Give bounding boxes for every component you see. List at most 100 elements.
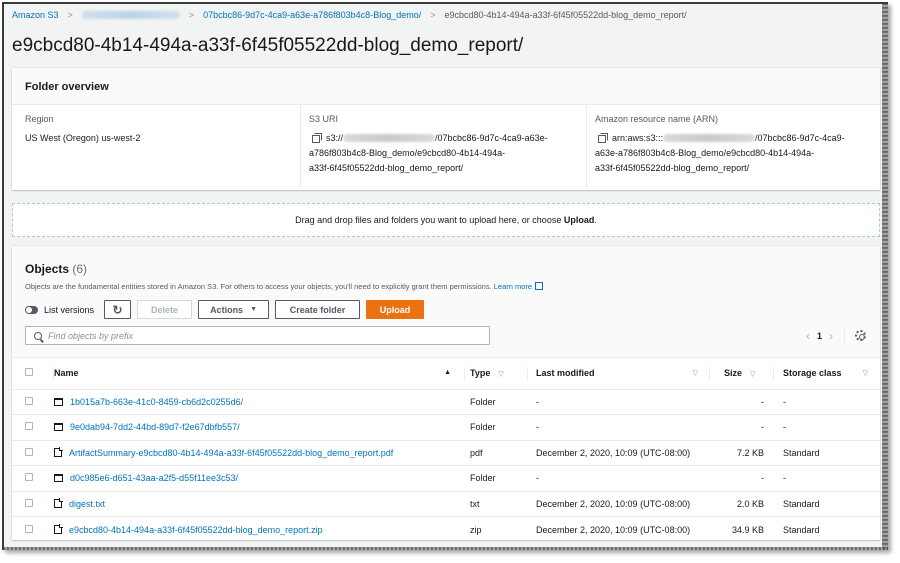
arn-line2: a63e-a786f803b4c8-Blog_demo/e9cbcd80-4b1… [595,148,815,158]
objects-table: Name ▲ Type ▽ Last modified ▽ Size ▽ Storage… [12,358,880,542]
delete-button[interactable]: Delete [137,300,193,319]
table-row[interactable]: 1b015a7b-663e-41c0-8459-cb6d2c0255d6/Fol… [12,389,880,415]
s3-uri-bucket-redacted [343,134,436,142]
object-last-modified: - [528,414,710,441]
actions-label: Actions [210,304,244,315]
dropzone-text: Drag and drop files and folders you want… [295,215,564,225]
table-row[interactable]: d0c985e6-d651-43aa-a2f5-d55f11ee3c53/Fol… [12,465,880,492]
object-size: 34.9 KB [731,524,764,535]
object-type: txt [465,491,528,517]
sort-icon: ▽ [750,371,756,379]
table-row[interactable]: ArtifactSummary-e9cbcd80-4b14-494a-a33f-… [12,440,880,466]
breadcrumb: Amazon S3 > > 07bcbc86-9d7c-4ca9-a63e-a7… [12,10,687,20]
object-type: Folder [465,389,528,415]
screenshot-frame: Amazon S3 > > 07bcbc86-9d7c-4ca9-a63e-a7… [2,2,888,550]
object-name-link[interactable]: ArtifactSummary-e9cbcd80-4b14-494a-a33f-… [69,448,393,458]
row-checkbox[interactable] [25,498,33,507]
column-header-type[interactable]: Type ▽ [465,358,528,390]
upload-dropzone[interactable]: Drag and drop files and folders you want… [12,203,880,237]
breadcrumb-parent-folder[interactable]: 07bcbc86-9d7c-4ca9-a63e-a786f803b4c8-Blo… [203,10,421,20]
object-size: - [710,414,774,441]
object-size: - [710,389,774,415]
list-versions-toggle[interactable] [25,305,38,314]
objects-panel: Objects (6) Objects are the fundamental … [12,246,880,540]
object-type: Folder [465,414,528,441]
actions-dropdown-button[interactable]: Actions ▼ [198,300,270,319]
objects-description: Objects are the fundamental entities sto… [25,282,544,291]
object-storage-class: - [774,465,880,492]
object-storage-class: Standard [783,524,820,535]
file-icon [54,524,63,534]
arn-prefix: arn:aws:s3::: [612,133,664,143]
sort-ascending-icon: ▲ [444,369,451,376]
breadcrumb-bucket-redacted[interactable] [81,11,180,19]
arn-label: Amazon resource name (ARN) [595,114,719,124]
breadcrumb-separator-icon: > [430,10,436,20]
s3-uri-field: S3 URI s3:// /07bcbc86-9d7c-4ca9-a63e- a7… [300,105,586,189]
copy-icon[interactable] [598,133,608,143]
next-page-icon[interactable]: › [822,329,840,343]
pagination: ‹ 1 › [799,326,866,345]
s3-uri-line1: /07bcbc86-9d7c-4ca9-a63e- [435,133,548,143]
row-checkbox[interactable] [25,396,33,405]
arn-field: Amazon resource name (ARN) arn:aws:s3:::… [586,105,878,189]
create-folder-button[interactable]: Create folder [275,300,361,319]
column-header-size[interactable]: Size ▽ [710,358,774,390]
object-name-link[interactable]: e9cbcd80-4b14-494a-a33f-6f45f05522dd-blo… [69,525,323,535]
find-objects-input[interactable] [48,330,468,341]
column-last-modified-label: Last modified [536,368,595,379]
list-versions-label: List versions [44,304,95,315]
row-checkbox[interactable] [25,524,33,533]
breadcrumb-separator-icon: > [188,10,195,20]
object-last-modified: - [528,389,710,415]
objects-title: Objects (6) [25,262,87,276]
object-type: Folder [465,465,528,492]
object-last-modified: December 2, 2020, 10:09 (UTC-08:00) [528,491,710,517]
folder-overview-panel: Folder overview Region US West (Oregon) … [12,68,880,190]
file-icon [54,498,63,508]
upload-button[interactable]: Upload [366,300,425,319]
row-checkbox[interactable] [25,473,33,482]
region-value: US West (Oregon) us-west-2 [25,133,141,143]
breadcrumb-amazon-s3[interactable]: Amazon S3 [12,10,59,20]
column-header-name[interactable]: Name ▲ [54,358,465,390]
folder-icon [54,474,63,483]
breadcrumb-current-folder: e9cbcd80-4b14-494a-a33f-6f45f05522dd-blo… [444,10,687,20]
row-checkbox[interactable] [25,422,33,431]
copy-icon[interactable] [312,133,322,143]
dropzone-upload-emphasis: Upload [563,215,595,225]
column-header-last-modified[interactable]: Last modified ▽ [528,358,710,390]
s3-uri-line2: a786f803b4c8-Blog_demo/e9cbcd80-4b14-494… [309,148,506,158]
pager-divider [844,327,845,344]
dropzone-period: . [594,215,597,225]
objects-count: (6) [72,262,88,276]
select-all-checkbox[interactable] [25,368,33,377]
object-name-link[interactable]: 9e0dab94-7dd2-44bd-89d7-f2e67dbfb557/ [70,422,240,432]
object-name-link[interactable]: digest.txt [69,499,105,509]
table-row[interactable]: e9cbcd80-4b14-494a-a33f-6f45f05522dd-blo… [12,517,880,543]
object-name-link[interactable]: 1b015a7b-663e-41c0-8459-cb6d2c0255d6/ [70,397,243,407]
object-name-link[interactable]: d0c985e6-d651-43aa-a2f5-d55f11ee3c53/ [70,473,238,483]
arn-line1: /07bcbc86-9d7c-4ca9- [755,133,845,143]
previous-page-icon[interactable]: ‹ [799,329,817,343]
s3-uri-prefix: s3:// [326,133,344,143]
arn-line3: a33f-6f45f05522dd-blog_demo_report/ [595,163,750,173]
refresh-icon: ↻ [112,302,123,317]
region-field: Region US West (Oregon) us-west-2 [12,105,300,189]
torn-edge-decoration [882,4,888,550]
table-row[interactable]: 9e0dab94-7dd2-44bd-89d7-f2e67dbfb557/Fol… [12,414,880,441]
refresh-button[interactable]: ↻ [104,300,132,319]
learn-more-link[interactable]: Learn more [494,282,532,291]
search-icon [34,331,42,340]
table-row[interactable]: digest.txt txt December 2, 2020, 10:09 (UT… [12,491,880,517]
object-storage-class: - [774,414,880,441]
object-type: zip [470,524,482,535]
column-header-storage-class[interactable]: Storage class ▽ [774,358,880,390]
external-link-icon[interactable] [535,282,544,290]
object-storage-class: Standard [774,491,880,517]
object-size: 7.2 KB [710,440,774,466]
arn-bucket-redacted [663,134,756,142]
gear-icon[interactable] [855,330,866,341]
row-checkbox[interactable] [25,447,33,456]
object-storage-class: - [774,389,880,415]
